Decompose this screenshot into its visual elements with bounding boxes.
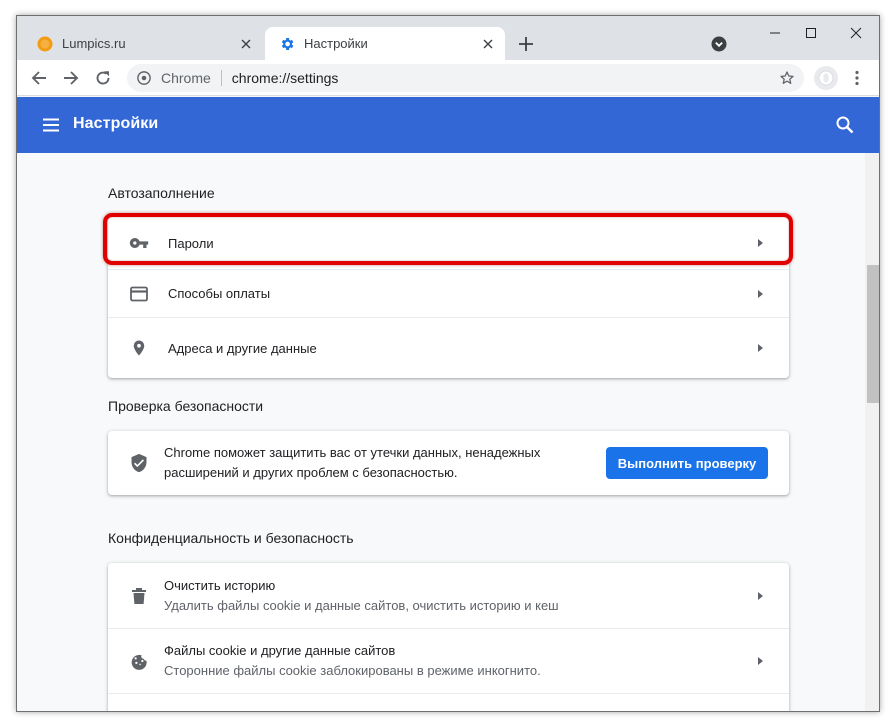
hamburger-menu-icon[interactable] — [41, 115, 61, 135]
list-item-addresses[interactable]: Адреса и другие данные — [108, 317, 789, 378]
scrollbar-thumb[interactable] — [867, 265, 879, 403]
credit-card-icon — [128, 283, 150, 305]
safety-check-row: Chrome поможет защитить вас от утечки да… — [108, 431, 789, 495]
tab-settings[interactable]: Настройки — [265, 27, 505, 60]
orange-circle-icon — [37, 36, 53, 51]
close-icon[interactable] — [477, 33, 499, 55]
location-pin-icon — [128, 337, 150, 359]
section-title-autofill: Автозаполнение — [108, 185, 215, 201]
address-bar[interactable]: Chrome chrome://settings — [127, 64, 804, 92]
list-item-text: Очистить историю Удалить файлы cookie и … — [164, 576, 559, 616]
profile-avatar[interactable] — [814, 66, 838, 90]
bookmark-star-icon[interactable] — [776, 67, 798, 89]
browser-window: Lumpics.ru Настройки Chrome chrome://set… — [16, 15, 880, 712]
minimize-button[interactable] — [760, 22, 790, 44]
arrow-right-icon — [758, 657, 763, 665]
tab-title: Настройки — [304, 36, 368, 51]
safety-check-card: Chrome поможет защитить вас от утечки да… — [108, 431, 789, 495]
cookie-icon — [128, 650, 150, 672]
list-item-subtitle: Удалить файлы cookie и данные сайтов, оч… — [164, 597, 559, 613]
list-item-next[interactable] — [108, 693, 789, 711]
browser-toolbar: Chrome chrome://settings — [17, 60, 879, 96]
gear-icon — [281, 37, 294, 50]
back-button[interactable] — [26, 65, 52, 91]
shield-check-icon — [128, 452, 150, 474]
omnibox-separator — [220, 70, 222, 86]
list-item-cookies[interactable]: Файлы cookie и другие данные сайтов Стор… — [108, 628, 789, 693]
search-icon[interactable] — [834, 114, 856, 136]
scrollbar-track[interactable] — [865, 153, 879, 711]
forward-button[interactable] — [58, 65, 84, 91]
trash-icon — [128, 585, 150, 607]
settings-header: Настройки — [17, 97, 879, 153]
arrow-right-icon — [758, 289, 763, 298]
safety-check-text-line1: Chrome поможет защитить вас от утечки да… — [164, 445, 541, 460]
section-title-safety-check: Проверка безопасности — [108, 398, 264, 414]
omnibox-url: chrome://settings — [231, 70, 339, 86]
new-tab-button[interactable] — [514, 32, 538, 56]
list-item-text: Файлы cookie и другие данные сайтов Стор… — [164, 641, 541, 681]
list-item-title: Очистить историю — [164, 577, 276, 593]
page-title: Настройки — [73, 115, 159, 132]
chrome-icon — [136, 70, 152, 86]
list-item-payment-methods[interactable]: Способы оплаты — [108, 269, 789, 317]
privacy-card: Очистить историю Удалить файлы cookie и … — [108, 563, 789, 711]
reload-button[interactable] — [90, 65, 116, 91]
window-close-button[interactable] — [841, 22, 871, 44]
omnibox-origin: Chrome — [161, 70, 211, 86]
passwords-highlight-frame — [103, 213, 793, 265]
run-safety-check-button[interactable]: Выполнить проверку — [606, 447, 768, 479]
list-item-label: Адреса и другие данные — [168, 340, 317, 356]
arrow-right-icon — [758, 591, 763, 600]
list-item-title: Файлы cookie и другие данные сайтов — [164, 643, 396, 658]
tab-lumpics[interactable]: Lumpics.ru — [17, 27, 263, 60]
section-title-privacy: Конфиденциальность и безопасность — [108, 530, 354, 546]
safety-check-text-line2: расширений и других проблем с безопаснос… — [164, 465, 458, 480]
arrow-right-icon — [758, 344, 763, 352]
tab-search-icon[interactable] — [710, 35, 728, 53]
list-item-subtitle: Сторонние файлы cookie заблокированы в р… — [164, 663, 541, 678]
more-menu-icon[interactable] — [849, 65, 865, 91]
list-item-label: Способы оплаты — [168, 286, 271, 301]
close-icon[interactable] — [235, 33, 257, 55]
safety-check-description: Chrome поможет защитить вас от утечки да… — [164, 443, 540, 483]
list-item-clear-history[interactable]: Очистить историю Удалить файлы cookie и … — [108, 563, 789, 628]
tab-title: Lumpics.ru — [62, 36, 126, 51]
tab-strip: Lumpics.ru Настройки — [17, 16, 879, 60]
maximize-button[interactable] — [796, 22, 826, 44]
settings-content: Автозаполнение Пароли Способы оплаты Адр… — [17, 153, 865, 711]
